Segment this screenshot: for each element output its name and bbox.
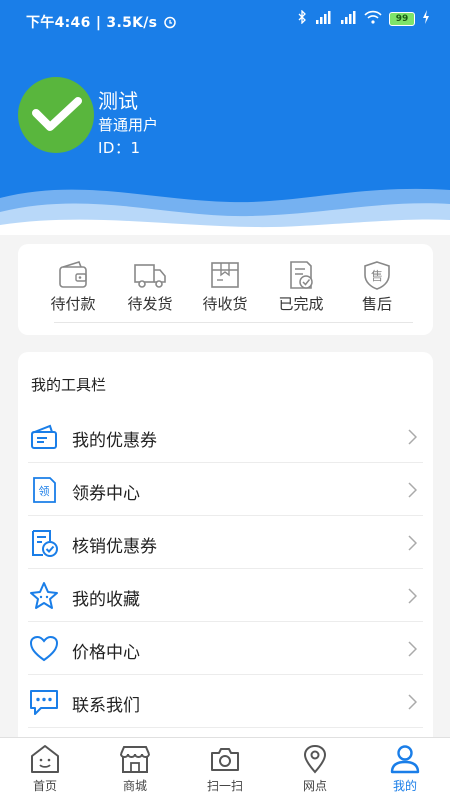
wallet-icon <box>59 261 87 288</box>
profile-role: 普通用户 <box>98 116 159 134</box>
profile-id: ID：1 <box>98 139 141 157</box>
chevron-right-icon <box>408 641 417 657</box>
network-speed: 3.5K/s <box>106 15 158 31</box>
camera-icon <box>211 748 239 771</box>
tool-item-favorites[interactable]: 我的收藏 <box>28 569 423 622</box>
profile-name: 测试 <box>98 89 138 113</box>
status-time: 下午4:46 <box>26 15 91 31</box>
charging-icon <box>422 10 430 28</box>
signal-icon <box>339 10 357 28</box>
tab-label: 我的 <box>392 779 417 793</box>
tab-label: 商城 <box>122 779 147 793</box>
tool-item-verify-coupon[interactable]: 核销优惠券 <box>28 516 423 569</box>
order-label: 待收货 <box>202 295 248 313</box>
tools-title: 我的工具栏 <box>31 376 107 394</box>
tab-store[interactable]: 商城 <box>90 744 180 794</box>
tool-item-my-coupons[interactable]: 我的优惠券 <box>28 410 423 463</box>
tool-label: 核销优惠券 <box>72 537 157 557</box>
verify-coupon-icon <box>32 530 58 557</box>
after-sales-shield-icon: 售 <box>364 261 390 290</box>
tool-item-coupon-center[interactable]: 领 领券中心 <box>28 463 423 516</box>
bluetooth-icon <box>297 9 307 28</box>
bottom-tab-bar: 首页 商城 扫一扫 网点 我的 <box>0 737 450 800</box>
heart-icon <box>29 635 59 662</box>
tool-label: 我的优惠券 <box>72 431 157 451</box>
package-icon <box>211 262 239 288</box>
store-icon <box>120 746 150 773</box>
home-icon <box>31 745 59 773</box>
order-label: 已完成 <box>278 295 324 313</box>
chevron-right-icon <box>408 694 417 710</box>
tab-mine[interactable]: 我的 <box>360 744 450 794</box>
tool-label: 我的收藏 <box>72 590 140 610</box>
tools-card: 我的工具栏 我的优惠券 领 领券中心 核销优惠券 我的收藏 价格中心 联系我们 <box>18 352 433 752</box>
order-label: 待付款 <box>50 295 96 313</box>
order-pending-receipt[interactable]: 待收货 <box>190 260 260 314</box>
order-pending-payment[interactable]: 待付款 <box>38 260 108 314</box>
chevron-right-icon <box>408 588 417 604</box>
battery-icon: 99 <box>389 12 415 26</box>
location-icon <box>303 744 327 774</box>
wifi-icon <box>364 10 382 28</box>
svg-text:领: 领 <box>39 485 50 498</box>
completed-doc-icon <box>290 261 313 289</box>
order-pending-shipment[interactable]: 待发货 <box>115 260 185 314</box>
chevron-right-icon <box>408 429 417 445</box>
profile-header: 下午4:46 | 3.5K/s 99 测试 普通用户 ID：1 <box>0 0 450 235</box>
tool-label: 价格中心 <box>72 643 140 663</box>
order-after-sales[interactable]: 售 售后 <box>342 260 412 314</box>
tab-label: 首页 <box>32 779 57 793</box>
alarm-icon <box>163 15 177 31</box>
tool-item-contact-us[interactable]: 联系我们 <box>28 675 423 728</box>
message-icon <box>30 690 58 715</box>
user-icon <box>390 745 420 774</box>
tab-outlets[interactable]: 网点 <box>270 744 360 794</box>
tab-home[interactable]: 首页 <box>0 744 90 794</box>
star-icon <box>30 582 58 609</box>
chevron-right-icon <box>408 535 417 551</box>
avatar[interactable] <box>18 77 94 153</box>
divider <box>54 322 413 323</box>
signal-icon <box>314 10 332 28</box>
truck-icon <box>134 264 166 288</box>
order-completed[interactable]: 已完成 <box>266 260 336 314</box>
order-status-card: 待付款 待发货 待收货 已完成 售 售后 <box>18 244 433 335</box>
tool-item-price-center[interactable]: 价格中心 <box>28 622 423 675</box>
coupon-icon <box>31 424 57 449</box>
tab-label: 网点 <box>302 779 327 793</box>
battery-level: 99 <box>395 14 409 24</box>
tab-label: 扫一扫 <box>206 779 243 793</box>
svg-text:售: 售 <box>371 268 383 283</box>
wave-decoration <box>0 188 450 235</box>
tab-scan[interactable]: 扫一扫 <box>180 744 270 794</box>
order-label: 售后 <box>361 295 392 313</box>
tool-label: 领券中心 <box>72 484 140 504</box>
chevron-right-icon <box>408 482 417 498</box>
tool-label: 联系我们 <box>72 696 140 716</box>
order-label: 待发货 <box>127 295 173 313</box>
checkmark-icon <box>32 97 82 131</box>
coupon-center-icon: 领 <box>33 477 56 503</box>
status-bar: 下午4:46 | 3.5K/s 99 <box>0 0 450 40</box>
